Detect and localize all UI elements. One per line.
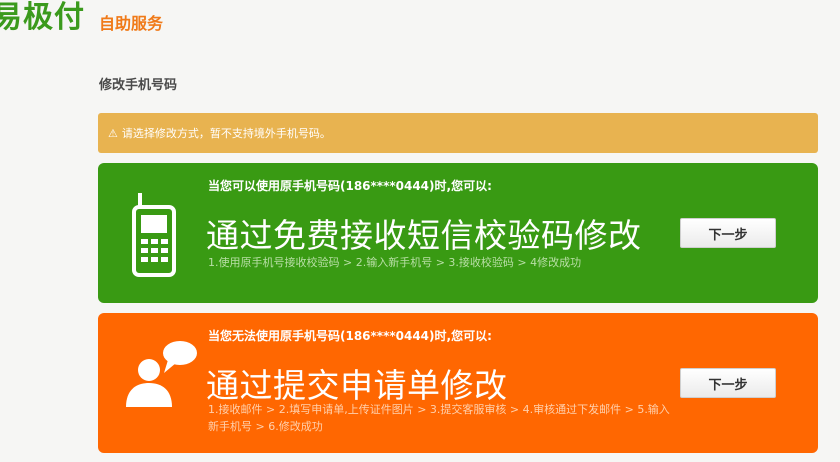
brand-logo: 易极付 <box>0 0 85 35</box>
option-card-sms: 当您可以使用原手机号码(186****0444)时,您可以: 通过免费接收短信校… <box>98 163 818 303</box>
option-card-application: 当您无法使用原手机号码(186****0444)时,您可以: 通过提交申请单修改… <box>98 313 818 453</box>
page-title: 修改手机号码 <box>99 78 178 93</box>
mobile-phone-icon <box>132 193 176 277</box>
steps-text: 1.接收邮件 > 2.填写申请单,上传证件图片 > 3.提交客服审核 > 4.审… <box>208 403 670 433</box>
notice-banner: ⚠ 请选择修改方式，暂不支持境外手机号码。 <box>98 113 818 153</box>
service-title: 自助服务 <box>99 14 164 33</box>
method-title: 通过提交申请单修改 <box>206 366 508 405</box>
steps-text: 1.使用原手机号接收校验码 > 2.输入新手机号 > 3.接收校验码 > 4修改… <box>208 256 582 269</box>
condition-text: 当您无法使用原手机号码(186****0444)时,您可以: <box>208 329 492 343</box>
next-step-button-application[interactable]: 下一步 <box>680 368 776 398</box>
next-step-button-sms[interactable]: 下一步 <box>680 218 776 248</box>
customer-service-icon <box>126 341 197 407</box>
condition-text: 当您可以使用原手机号码(186****0444)时,您可以: <box>208 179 492 193</box>
warning-icon: ⚠ <box>108 126 118 140</box>
method-title: 通过免费接收短信校验码修改 <box>206 216 642 255</box>
notice-text: 请选择修改方式，暂不支持境外手机号码。 <box>121 127 331 140</box>
